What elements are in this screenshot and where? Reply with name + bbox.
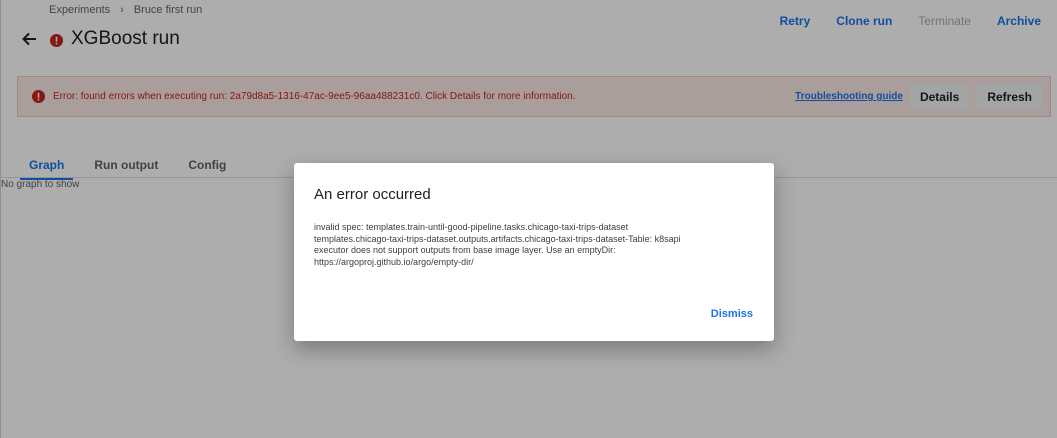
error-dialog: An error occurred invalid spec: template… xyxy=(294,163,774,341)
dialog-body-line: invalid spec: templates.train-until-good… xyxy=(314,222,629,232)
dialog-body: invalid spec: templates.train-until-good… xyxy=(314,222,754,268)
dismiss-button[interactable]: Dismiss xyxy=(711,308,753,320)
dialog-body-line: executor does not support outputs from b… xyxy=(314,245,616,255)
dialog-body-line: https://argoproj.github.io/argo/empty-di… xyxy=(314,256,474,267)
dialog-title: An error occurred xyxy=(314,186,431,203)
dialog-body-line: templates.chicago-taxi-trips-dataset.out… xyxy=(314,233,681,244)
